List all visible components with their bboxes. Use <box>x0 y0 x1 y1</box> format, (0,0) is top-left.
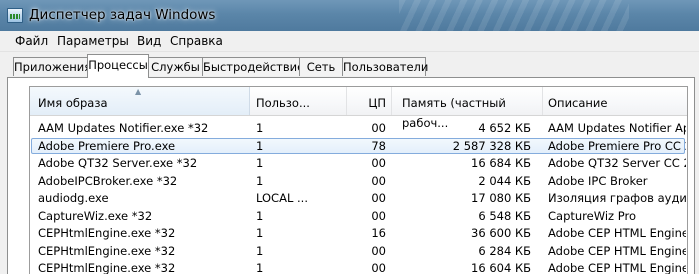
cell-desc: Adobe QT32 Server CC 20... <box>548 156 686 170</box>
cell-mem: 6 548 КБ <box>478 208 531 223</box>
cell-name: CEPHtmlEngine.exe *32 <box>38 226 176 240</box>
cell-desc: CaptureWiz Pro <box>548 208 636 223</box>
cell-user: 1 <box>256 138 264 153</box>
cell-user: 1 <box>256 173 264 188</box>
cell-cpu: 78 <box>371 138 386 153</box>
cell-desc: Adobe CEP HTML Engine <box>548 226 686 240</box>
table-row[interactable]: Adobe QT32 Server.exe *32 1 00 16 684 КБ Ado… <box>30 155 687 172</box>
cell-mem: 16 604 КБ <box>471 261 531 274</box>
tab-services[interactable]: Службы <box>148 57 203 76</box>
column-label: Имя образа <box>38 96 108 110</box>
column-label: ЦП <box>368 96 386 110</box>
table-row[interactable]: AAM Updates Notifier.exe *32 1 00 4 652 КБ A… <box>30 120 687 137</box>
tab-performance[interactable]: Быстродействие <box>202 57 304 76</box>
cell-cpu: 16 <box>371 226 386 240</box>
cell-mem: 36 600 КБ <box>471 226 531 240</box>
menu-bar: Файл Параметры Вид Справка <box>0 31 699 52</box>
cell-name: CaptureWiz.exe *32 <box>38 208 153 223</box>
cell-mem: 4 652 КБ <box>478 121 531 135</box>
cell-mem: 2 587 328 КБ <box>452 138 531 153</box>
table-row[interactable]: CEPHtmlEngine.exe *32 1 00 16 604 КБ Adobe C… <box>30 260 687 274</box>
title-glass-glare <box>399 0 629 31</box>
table-row[interactable]: Adobe Premiere Pro.exe 1 78 2 587 328 КБ Ado… <box>30 137 687 155</box>
cell-desc: Adobe IPC Broker <box>548 173 648 188</box>
cell-cpu: 00 <box>371 208 386 223</box>
table-row[interactable]: AdobeIPCBroker.exe *32 1 00 2 044 КБ Adobe I… <box>30 173 687 190</box>
process-list[interactable]: ▲ Имя образа Пользо... ЦП Память (частны… <box>29 86 688 274</box>
menu-options[interactable]: Параметры <box>57 34 129 48</box>
table-row[interactable]: audiodg.exe LOCAL ... 00 17 080 КБ Изоляция … <box>30 190 687 207</box>
cell-name: AdobeIPCBroker.exe *32 <box>38 173 178 188</box>
cell-name: audiodg.exe <box>38 191 109 205</box>
cell-name: CEPHtmlEngine.exe *32 <box>38 243 176 258</box>
tab-network[interactable]: Сеть <box>299 57 343 76</box>
tab-users[interactable]: Пользователи <box>342 57 428 76</box>
cell-desc: Adobe Premiere Pro CC 20... <box>548 138 686 153</box>
cell-user: 1 <box>256 226 264 240</box>
title-bar[interactable]: Диспетчер задач Windows <box>0 0 699 31</box>
cell-desc: Изоляция графов аудиоу... <box>548 191 686 205</box>
list-header: ▲ Имя образа Пользо... ЦП Память (частны… <box>30 87 687 130</box>
cell-cpu: 00 <box>371 156 386 170</box>
column-header-description[interactable]: Описание <box>543 87 687 115</box>
cell-mem: 17 080 КБ <box>471 191 531 205</box>
cell-desc: AAM Updates Notifier Appli... <box>548 121 686 135</box>
cell-cpu: 00 <box>371 243 386 258</box>
sort-ascending-icon: ▲ <box>135 87 142 96</box>
cell-cpu: 00 <box>371 261 386 274</box>
cell-user: 1 <box>256 243 264 258</box>
column-header-memory[interactable]: Память (частный рабоч... <box>392 87 543 130</box>
cell-cpu: 00 <box>371 191 386 205</box>
tab-applications[interactable]: Приложения <box>13 57 91 76</box>
cell-user: 1 <box>256 208 264 223</box>
menu-file[interactable]: Файл <box>15 34 48 48</box>
column-label: Описание <box>548 96 608 110</box>
cell-name: Adobe QT32 Server.exe *32 <box>38 156 198 170</box>
table-row[interactable]: CaptureWiz.exe *32 1 00 6 548 КБ CaptureWiz … <box>30 208 687 225</box>
cell-desc: Adobe CEP HTML Engine <box>548 261 686 274</box>
column-label: Пользо... <box>256 96 310 110</box>
cell-name: AAM Updates Notifier.exe *32 <box>38 121 209 135</box>
window-title: Диспетчер задач Windows <box>29 7 216 23</box>
table-row[interactable]: CEPHtmlEngine.exe *32 1 16 36 600 КБ Adobe C… <box>30 225 687 242</box>
cell-mem: 16 684 КБ <box>471 156 531 170</box>
menu-view[interactable]: Вид <box>137 34 161 48</box>
cell-user: 1 <box>256 261 264 274</box>
cell-user: 1 <box>256 121 264 135</box>
cell-desc: Adobe CEP HTML Engine <box>548 243 686 258</box>
cell-user: 1 <box>256 156 264 170</box>
cell-cpu: 00 <box>371 173 386 188</box>
table-row[interactable]: CEPHtmlEngine.exe *32 1 00 6 284 КБ Adobe CE… <box>30 243 687 260</box>
cell-name: CEPHtmlEngine.exe *32 <box>38 261 176 274</box>
column-header-cpu[interactable]: ЦП <box>347 87 392 115</box>
column-header-image-name[interactable]: ▲ Имя образа <box>30 87 250 115</box>
cell-mem: 6 284 КБ <box>478 243 531 258</box>
cell-mem: 2 044 КБ <box>478 173 531 188</box>
tab-processes[interactable]: Процессы <box>87 54 149 78</box>
menu-help[interactable]: Справка <box>170 34 223 48</box>
column-header-user[interactable]: Пользо... <box>250 87 347 115</box>
cell-cpu: 00 <box>371 121 386 135</box>
cell-user: LOCAL ... <box>256 191 308 205</box>
cell-name: Adobe Premiere Pro.exe <box>38 138 176 153</box>
task-manager-icon[interactable] <box>7 8 23 23</box>
